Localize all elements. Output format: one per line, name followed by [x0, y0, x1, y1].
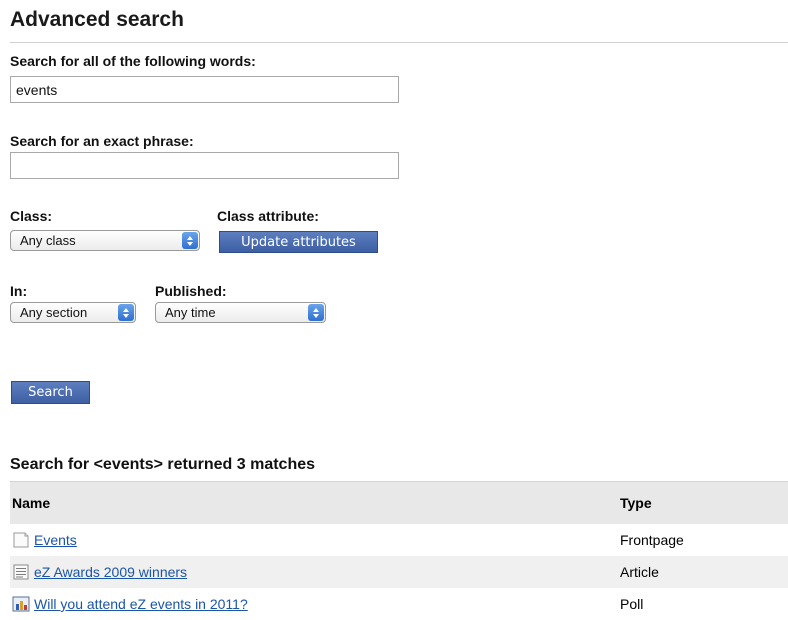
poll-icon [12, 596, 30, 612]
frontpage-icon [13, 532, 29, 548]
result-link[interactable]: eZ Awards 2009 winners [34, 564, 187, 580]
class-label: Class: [10, 208, 53, 224]
section-select-value: Any section [20, 305, 88, 320]
table-row: Will you attend eZ events in 2011? Poll [10, 588, 788, 620]
published-select[interactable]: Any time [155, 302, 326, 323]
class-attribute-label: Class attribute: [217, 208, 319, 224]
select-arrows-icon [118, 304, 134, 321]
in-label: In: [10, 283, 28, 299]
type-cell: Frontpage [620, 532, 684, 548]
class-select-value: Any class [20, 233, 76, 248]
update-attributes-button[interactable]: Update attributes [219, 231, 378, 253]
class-select[interactable]: Any class [10, 230, 200, 251]
section-select[interactable]: Any section [10, 302, 136, 323]
type-cell: Poll [620, 596, 644, 612]
name-cell: eZ Awards 2009 winners [10, 556, 618, 588]
name-cell-content: eZ Awards 2009 winners [12, 564, 616, 580]
result-link[interactable]: Events [34, 532, 77, 548]
select-arrows-icon [182, 232, 198, 249]
all-words-label: Search for all of the following words: [10, 53, 256, 69]
title-divider [10, 42, 788, 43]
page-title: Advanced search [10, 8, 184, 31]
exact-phrase-label: Search for an exact phrase: [10, 133, 194, 149]
name-cell-content: Will you attend eZ events in 2011? [12, 596, 616, 612]
results-header-row: Name Type [10, 481, 788, 524]
table-row: Events Frontpage [10, 524, 788, 556]
results-table: Name Type Events Frontpage eZ Awards 200… [10, 481, 788, 620]
result-link[interactable]: Will you attend eZ events in 2011? [34, 596, 248, 612]
search-button[interactable]: Search [11, 381, 90, 404]
column-header-name: Name [10, 481, 618, 524]
results-heading: Search for <events> returned 3 matches [10, 456, 316, 473]
type-cell: Article [618, 556, 788, 588]
all-words-input[interactable] [10, 76, 399, 103]
select-arrows-icon [308, 304, 324, 321]
article-icon [13, 564, 29, 580]
name-cell-content: Events [12, 532, 616, 548]
name-cell: Events [10, 524, 618, 556]
exact-phrase-input[interactable] [10, 152, 399, 179]
published-label: Published: [155, 283, 227, 299]
table-row: eZ Awards 2009 winners Article [10, 556, 788, 588]
column-header-type: Type [618, 481, 788, 524]
name-cell: Will you attend eZ events in 2011? [10, 588, 618, 620]
published-select-value: Any time [165, 305, 216, 320]
